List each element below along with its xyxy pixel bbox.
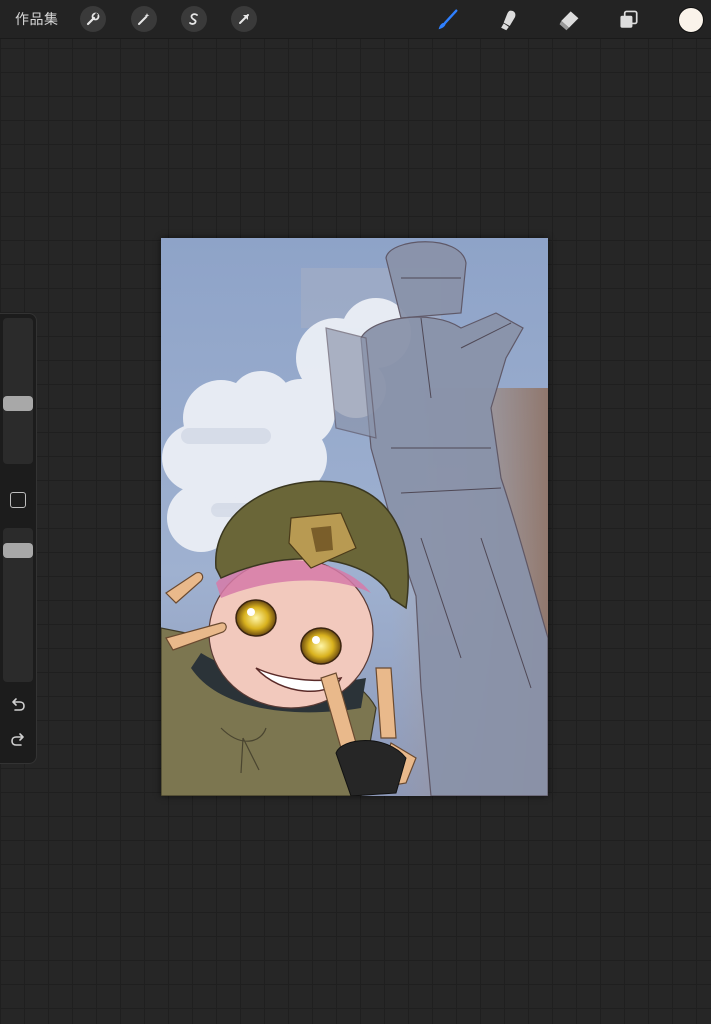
eraser-icon[interactable] <box>555 6 583 34</box>
layers-icon[interactable] <box>615 6 643 34</box>
color-picker-swatch[interactable] <box>678 7 704 33</box>
selection-s-icon[interactable] <box>181 6 207 32</box>
redo-icon[interactable] <box>9 731 27 749</box>
brush-size-slider[interactable] <box>3 318 33 464</box>
top-toolbar: 作品集 <box>0 0 711 39</box>
gallery-button[interactable]: 作品集 <box>15 9 59 29</box>
transform-arrow-icon[interactable] <box>231 6 257 32</box>
left-sidebar <box>0 313 37 764</box>
modify-square-icon[interactable] <box>10 492 26 508</box>
opacity-thumb[interactable] <box>3 542 33 558</box>
brush-icon[interactable] <box>433 6 461 34</box>
brush-size-thumb[interactable] <box>3 395 33 411</box>
magic-wand-icon[interactable] <box>131 6 157 32</box>
wrench-icon[interactable] <box>80 6 106 32</box>
artwork-canvas[interactable] <box>161 238 548 796</box>
artwork-image <box>161 238 548 796</box>
undo-icon[interactable] <box>9 696 27 714</box>
smudge-icon[interactable] <box>494 6 522 34</box>
